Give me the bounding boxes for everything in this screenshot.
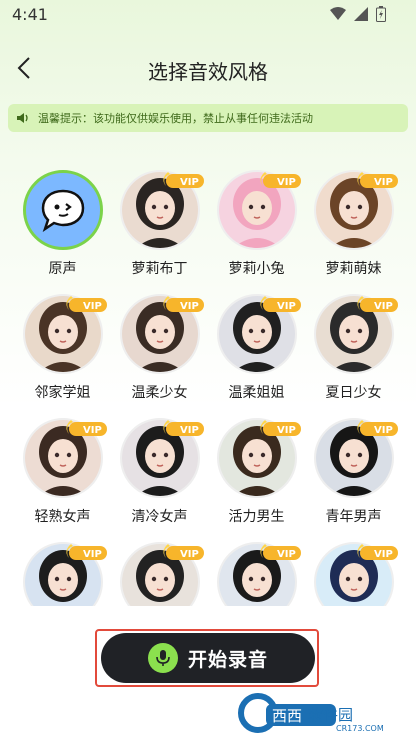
svg-text:VIP: VIP	[180, 549, 199, 560]
voice-style-label: 夏日少女	[325, 385, 382, 401]
voice-style-label: 温柔姐姐	[228, 385, 285, 401]
avatar-wrapper: VIP	[313, 170, 398, 250]
microphone-icon	[147, 643, 178, 673]
vip-badge: VIP	[356, 544, 398, 560]
status-bar: 4:41	[0, 0, 416, 30]
voice-style-item[interactable]: VIP 青年男声	[305, 418, 402, 526]
battery-icon	[376, 6, 386, 22]
voice-style-label: 萝莉小兔	[228, 261, 285, 277]
vip-badge: VIP	[162, 420, 204, 436]
avatar-wrapper: VIP	[313, 542, 398, 606]
voice-style-item[interactable]: VIP 清冷女声	[111, 418, 208, 526]
wifi-icon	[330, 7, 346, 20]
voice-style-item[interactable]: VIP 萝莉布丁	[111, 170, 208, 278]
page-title: 选择音效风格	[148, 60, 268, 84]
svg-text:VIP: VIP	[277, 301, 296, 312]
avatar-wrapper: VIP	[22, 294, 107, 374]
watermark-logo: 西西 软件园 CR173.COM	[236, 692, 408, 734]
voice-style-label: 温柔少女	[131, 385, 188, 401]
svg-text:VIP: VIP	[180, 425, 199, 436]
voice-style-item[interactable]: VIP 轻熟女声	[14, 418, 111, 526]
avatar-wrapper: VIP	[216, 418, 301, 498]
voice-style-label: 清冷女声	[131, 509, 188, 525]
avatar-wrapper: VIP	[313, 294, 398, 374]
svg-text:VIP: VIP	[374, 177, 393, 188]
svg-text:软件园: 软件园	[308, 706, 353, 724]
chat-bubble-icon	[41, 189, 84, 232]
vip-badge: VIP	[65, 420, 107, 436]
avatar-wrapper: VIP	[119, 542, 204, 606]
vip-badge: VIP	[259, 296, 301, 312]
svg-text:VIP: VIP	[277, 425, 296, 436]
voice-style-item[interactable]: VIP 夏日少女	[305, 294, 402, 402]
avatar-wrapper	[22, 170, 103, 250]
vip-badge: VIP	[162, 296, 204, 312]
start-recording-button[interactable]: 开始录音	[101, 633, 315, 683]
avatar-wrapper: VIP	[119, 418, 204, 498]
voice-style-item[interactable]: VIP	[14, 542, 111, 606]
vip-badge: VIP	[162, 544, 204, 560]
avatar-wrapper: VIP	[216, 542, 301, 606]
voice-style-label: 邻家学姐	[34, 385, 91, 401]
vip-badge: VIP	[356, 420, 398, 436]
signal-icon	[354, 7, 368, 21]
voice-style-label: 原声	[48, 261, 77, 277]
voice-style-item[interactable]: VIP	[305, 542, 402, 606]
start-recording-label: 开始录音	[187, 648, 268, 671]
vip-badge: VIP	[162, 172, 204, 188]
vip-badge: VIP	[356, 172, 398, 188]
notice-text: 温馨提示：该功能仅供娱乐使用，禁止从事任何违法活动	[38, 112, 313, 125]
svg-text:VIP: VIP	[374, 425, 393, 436]
voice-style-item[interactable]: VIP	[111, 542, 208, 606]
voice-style-item[interactable]: VIP 温柔少女	[111, 294, 208, 402]
voice-style-label: 轻熟女声	[34, 509, 91, 525]
svg-text:VIP: VIP	[374, 301, 393, 312]
header: 选择音效风格	[0, 46, 416, 90]
voice-style-label: 活力男生	[228, 509, 285, 525]
notice-banner: 温馨提示：该功能仅供娱乐使用，禁止从事任何违法活动	[8, 104, 408, 132]
voice-style-item[interactable]: VIP 温柔姐姐	[208, 294, 305, 402]
svg-text:VIP: VIP	[83, 549, 102, 560]
status-icons	[330, 6, 386, 22]
voice-style-item[interactable]: 原声	[14, 170, 111, 278]
avatar-wrapper: VIP	[119, 294, 204, 374]
avatar-wrapper: VIP	[313, 418, 398, 498]
watermark-brand: 西西	[272, 707, 302, 725]
svg-text:CR173.COM: CR173.COM	[336, 724, 384, 733]
avatar-wrapper: VIP	[216, 294, 301, 374]
voice-style-label: 萝莉布丁	[131, 261, 188, 277]
svg-text:VIP: VIP	[83, 425, 102, 436]
avatar-wrapper: VIP	[22, 418, 107, 498]
vip-badge: VIP	[259, 420, 301, 436]
speaker-icon	[16, 110, 32, 126]
svg-text:VIP: VIP	[374, 549, 393, 560]
voice-style-grid: 原声 VIP 萝莉布丁 VIP 萝莉小兔 VIP 萝莉萌妹 VIP 邻家学姐 VIP 温柔少女 VIP…	[14, 170, 402, 606]
svg-text:VIP: VIP	[180, 177, 199, 188]
vip-badge: VIP	[259, 544, 301, 560]
vip-badge: VIP	[65, 544, 107, 560]
voice-style-item[interactable]: VIP	[208, 542, 305, 606]
avatar-wrapper: VIP	[216, 170, 301, 250]
voice-style-label: 萝莉萌妹	[325, 261, 382, 277]
svg-text:VIP: VIP	[83, 301, 102, 312]
voice-style-label: 青年男声	[325, 509, 382, 525]
voice-style-item[interactable]: VIP 萝莉小兔	[208, 170, 305, 278]
vip-badge: VIP	[65, 296, 107, 312]
avatar-wrapper: VIP	[22, 542, 107, 606]
voice-style-item[interactable]: VIP 活力男生	[208, 418, 305, 526]
status-time: 4:41	[12, 5, 48, 24]
avatar-wrapper: VIP	[119, 170, 204, 250]
svg-text:VIP: VIP	[277, 177, 296, 188]
original-voice-avatar	[22, 170, 103, 250]
voice-style-item[interactable]: VIP 邻家学姐	[14, 294, 111, 402]
svg-text:VIP: VIP	[277, 549, 296, 560]
vip-badge: VIP	[259, 172, 301, 188]
voice-style-item[interactable]: VIP 萝莉萌妹	[305, 170, 402, 278]
vip-badge: VIP	[356, 296, 398, 312]
svg-text:VIP: VIP	[180, 301, 199, 312]
